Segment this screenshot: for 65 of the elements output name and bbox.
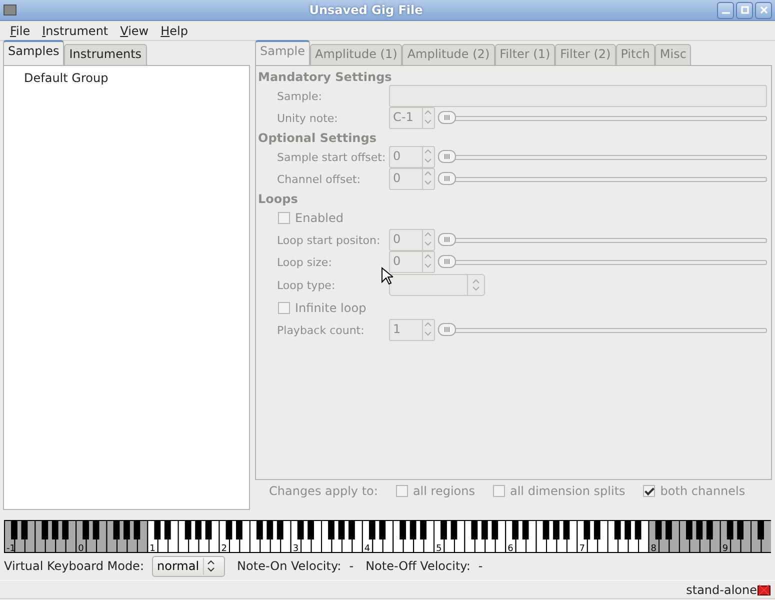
field-label: Loop size: [276, 256, 333, 268]
mouse-pointer-icon [381, 267, 393, 285]
section-heading: Loops [258, 190, 299, 207]
octave-label: 4 [364, 544, 370, 553]
mode-label: Virtual Keyboard Mode: [4, 559, 144, 573]
piano-key[interactable] [266, 520, 274, 540]
checkbox-label: both channels [660, 484, 746, 498]
checkbox-label: Enabled [295, 211, 344, 225]
disconnected-icon [757, 584, 771, 596]
caret-icon [207, 559, 216, 573]
field-label: Channel offset: [276, 172, 362, 186]
menu-item[interactable]: Help [154, 24, 194, 38]
octave-label: 6 [508, 544, 514, 553]
window-title: Unsaved Gig File [308, 3, 424, 17]
octave-label: 7 [579, 544, 585, 553]
piano-key[interactable] [154, 520, 161, 540]
list-item[interactable]: Default Group [4, 70, 249, 86]
piano-key[interactable] [400, 520, 406, 540]
octave-label: 0 [78, 544, 84, 553]
maximize-button[interactable] [736, 2, 753, 18]
section-heading: Mandatory Settings [258, 68, 393, 85]
tab[interactable]: Samples [3, 40, 64, 65]
window-menu-icon[interactable] [3, 4, 17, 16]
velocity-value: - [478, 559, 483, 573]
octave-label: 1 [150, 544, 156, 553]
piano-key[interactable] [512, 520, 519, 540]
minimize-icon [722, 12, 730, 14]
caret-icon [471, 278, 481, 292]
close-button[interactable] [755, 2, 772, 18]
section-heading: Optional Settings [258, 130, 378, 146]
checkbox[interactable] [492, 485, 505, 497]
field-label: Loop start positon: [276, 234, 382, 246]
checkbox-label: Infinite loop [295, 301, 366, 315]
menu-item[interactable]: Instrument [36, 24, 114, 38]
velocity-label: Note-Off Velocity: [366, 559, 470, 573]
status-text: stand-alone [686, 582, 757, 596]
minimize-button[interactable] [717, 2, 734, 18]
field-label: Sample start offset: [276, 150, 387, 164]
menu-item[interactable]: File [4, 24, 36, 38]
piano-key[interactable] [624, 520, 632, 540]
piano-key[interactable] [471, 520, 478, 540]
octave-label: 8 [650, 544, 657, 553]
checkbox-label: all regions [412, 484, 475, 498]
octave-label: 9 [722, 544, 728, 553]
tab[interactable]: Instruments [64, 44, 147, 65]
checkbox[interactable] [643, 485, 656, 497]
field-label: Sample: [276, 90, 323, 102]
maximize-icon [740, 6, 748, 14]
close-icon [760, 6, 768, 14]
mode-dropdown[interactable]: normal [152, 556, 226, 576]
octave-label: 5 [436, 544, 442, 553]
velocity-label: Note-On Velocity: [237, 559, 342, 573]
menu-item[interactable]: View [114, 24, 155, 38]
piano-key[interactable] [492, 520, 498, 540]
checkbox[interactable] [396, 485, 408, 497]
octave-label: 3 [292, 544, 299, 553]
apply-label: Changes apply to: [269, 484, 378, 498]
piano-key[interactable] [379, 520, 386, 540]
field-label: Unity note: [276, 112, 339, 124]
field-label: Playback count: [276, 324, 366, 336]
field-label: Loop type: [276, 278, 336, 292]
piano-key[interactable] [584, 520, 590, 540]
velocity-value: - [349, 559, 354, 573]
checkbox-label: all dimension splits [510, 484, 626, 498]
octave-label: 2 [221, 544, 227, 553]
